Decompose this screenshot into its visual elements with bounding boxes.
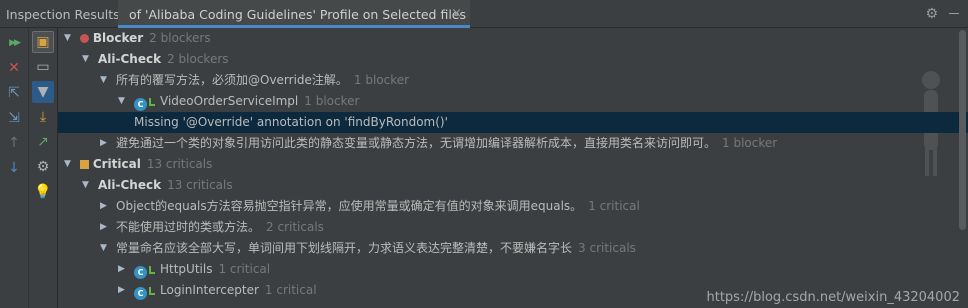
problem-count: 2 blockers bbox=[167, 52, 229, 66]
problem-count: 1 critical bbox=[218, 262, 271, 276]
tree-row[interactable]: ▶ 避免通过一个类的对象引用访问此类的静态变量或静态方法，无谓增加编译器解析成本，… bbox=[58, 133, 968, 154]
tree-row-label: Ali-Check bbox=[98, 178, 162, 192]
problem-count: 1 blocker bbox=[353, 73, 410, 87]
inspection-results-tree[interactable]: ▼ Blocker 2 blockers ▼ Ali-Check 2 blockers ▼… bbox=[58, 28, 968, 308]
tree-row-label: LoginIntercepter bbox=[160, 283, 259, 297]
edit-settings-icon[interactable]: ↗ bbox=[32, 131, 54, 153]
collapsed-arrow-icon[interactable]: ▶ bbox=[118, 280, 125, 301]
tree-row[interactable]: ▶ 不能使用过时的类或方法。 2 criticals bbox=[58, 217, 968, 238]
tree-row-label: Blocker bbox=[92, 31, 144, 45]
problem-count: 1 blocker bbox=[722, 136, 778, 150]
lightbulb-icon[interactable]: 💡 bbox=[32, 181, 54, 203]
expanded-arrow-icon[interactable]: ▼ bbox=[100, 70, 107, 91]
tree-row[interactable]: ▼ 常量命名应该全部大写，单词间用下划线隔开，力求语义表达完整清楚，不要嫌名字长 3… bbox=[58, 238, 968, 259]
tree-row-label: HttpUtils bbox=[160, 262, 213, 276]
tree-row-content: Object的equals方法容易抛空指针异常，应使用常量或确定有值的对象来调用… bbox=[116, 196, 640, 217]
problem-count: 2 blockers bbox=[149, 31, 211, 45]
actions-toolbar: ▶▶ ✕ ⇱ ⇲ ↑ ↓ bbox=[0, 28, 29, 308]
tool-window-title: Inspection Results: bbox=[6, 7, 124, 22]
public-access-icon bbox=[149, 287, 155, 295]
tree-row-label: 常量命名应该全部大写，单词间用下划线隔开，力求语义表达完整清楚，不要嫌名字长 bbox=[116, 241, 573, 255]
expanded-arrow-icon[interactable]: ▼ bbox=[82, 49, 89, 70]
tab-inspection-results[interactable]: of 'Alibaba Coding Guidelines' Profile o… bbox=[118, 0, 470, 28]
tree-row-content: Critical 13 criticals bbox=[80, 154, 212, 175]
tree-row[interactable]: ▶ C HttpUtils 1 critical bbox=[58, 259, 968, 280]
tab-label: of 'Alibaba Coding Guidelines' Profile o… bbox=[129, 7, 467, 22]
watermark-text: https://blog.csdn.net/weixin_43204002 bbox=[706, 290, 960, 305]
tree-row-content: 避免通过一个类的对象引用访问此类的静态变量或静态方法，无谓增加编译器解析成本，直… bbox=[116, 133, 777, 154]
tree-row[interactable]: ▼ Blocker 2 blockers bbox=[58, 28, 968, 49]
tree-row[interactable]: ▼ 所有的覆写方法，必须加@Override注解。 1 blocker bbox=[58, 70, 968, 91]
view-options-toolbar: ▣ ▭ ▼ ⤓ ↗ ⚙ 💡 bbox=[29, 28, 58, 308]
tree-row-content: 所有的覆写方法，必须加@Override注解。 1 blocker bbox=[116, 70, 409, 91]
vertical-scrollbar[interactable] bbox=[959, 30, 966, 230]
tree-row-label: Missing '@Override' annotation on 'findB… bbox=[134, 115, 448, 129]
rerun-icon[interactable]: ▶▶ bbox=[3, 32, 25, 54]
tree-row[interactable]: ▶ Object的equals方法容易抛空指针异常，应使用常量或确定有值的对象来调… bbox=[58, 196, 968, 217]
problem-count: 1 critical bbox=[264, 283, 317, 297]
collapsed-arrow-icon[interactable]: ▶ bbox=[100, 217, 107, 238]
tree-row-label: 所有的覆写方法，必须加@Override注解。 bbox=[116, 73, 348, 87]
collapse-all-icon[interactable]: ⇲ bbox=[3, 107, 25, 129]
export-icon[interactable]: ⤓ bbox=[32, 106, 54, 128]
tree-row-content: C VideoOrderServiceImpl 1 blocker bbox=[134, 91, 359, 112]
tree-row-label: Critical bbox=[92, 157, 141, 171]
quickfix-icon[interactable]: ⚙ bbox=[32, 156, 54, 178]
expanded-arrow-icon[interactable]: ▼ bbox=[100, 238, 107, 259]
tree-row-content: Blocker 2 blockers bbox=[80, 28, 211, 49]
group-by-directory-icon[interactable]: ▭ bbox=[32, 56, 54, 78]
problem-count: 13 criticals bbox=[146, 157, 213, 171]
java-class-icon: C bbox=[134, 266, 147, 279]
tree-row-selected[interactable]: Missing '@Override' annotation on 'findB… bbox=[58, 112, 968, 133]
expanded-arrow-icon[interactable]: ▼ bbox=[118, 91, 125, 112]
collapsed-arrow-icon[interactable]: ▶ bbox=[118, 259, 125, 280]
tree-row-content: 常量命名应该全部大写，单词间用下划线隔开，力求语义表达完整清楚，不要嫌名字长 3 … bbox=[116, 238, 636, 259]
group-by-severity-icon[interactable]: ▣ bbox=[32, 31, 54, 53]
minimize-icon[interactable] bbox=[949, 13, 959, 14]
close-icon[interactable]: ✕ bbox=[3, 57, 25, 79]
tree-row-label: Object的equals方法容易抛空指针异常，应使用常量或确定有值的对象来调用… bbox=[116, 199, 583, 213]
java-class-icon: C bbox=[134, 98, 147, 111]
previous-icon[interactable]: ↑ bbox=[3, 132, 25, 154]
tree-row[interactable]: ▼ Ali-Check 2 blockers bbox=[58, 49, 968, 70]
settings-gear-icon[interactable]: ⚙ bbox=[925, 6, 938, 22]
problem-count: 2 criticals bbox=[266, 220, 324, 234]
tree-row[interactable]: ▼ Critical 13 criticals bbox=[58, 154, 968, 175]
problem-count: 3 criticals bbox=[578, 241, 636, 255]
collapsed-arrow-icon[interactable]: ▶ bbox=[100, 133, 107, 154]
expanded-arrow-icon[interactable]: ▼ bbox=[64, 28, 71, 49]
tree-row-content: Ali-Check 13 criticals bbox=[98, 175, 233, 196]
expanded-arrow-icon[interactable]: ▼ bbox=[64, 154, 71, 175]
tree-row-label: 不能使用过时的类或方法。 bbox=[116, 220, 261, 234]
expand-all-icon[interactable]: ⇱ bbox=[3, 82, 25, 104]
problem-count: 1 critical bbox=[588, 199, 640, 213]
critical-severity-icon bbox=[80, 160, 89, 169]
tree-row-content: C HttpUtils 1 critical bbox=[134, 259, 270, 280]
tree-row-content: C LoginIntercepter 1 critical bbox=[134, 280, 317, 301]
tool-window-header: Inspection Results: of 'Alibaba Coding G… bbox=[0, 0, 968, 28]
problem-count: 1 blocker bbox=[304, 94, 360, 108]
tree-row-label: VideoOrderServiceImpl bbox=[160, 94, 299, 108]
tree-row-label: 避免通过一个类的对象引用访问此类的静态变量或静态方法，无谓增加编译器解析成本，直… bbox=[116, 136, 717, 150]
filter-icon[interactable]: ▼ bbox=[32, 81, 54, 103]
tree-row[interactable]: ▼ Ali-Check 13 criticals bbox=[58, 175, 968, 196]
tree-row-content: 不能使用过时的类或方法。 2 criticals bbox=[116, 217, 324, 238]
public-access-icon bbox=[149, 98, 155, 106]
expanded-arrow-icon[interactable]: ▼ bbox=[82, 175, 89, 196]
tree-row-label: Ali-Check bbox=[98, 52, 162, 66]
public-access-icon bbox=[149, 266, 155, 274]
tree-row-content: Ali-Check 2 blockers bbox=[98, 49, 229, 70]
tree-row-content: Missing '@Override' annotation on 'findB… bbox=[134, 112, 448, 133]
next-icon[interactable]: ↓ bbox=[3, 157, 25, 179]
collapsed-arrow-icon[interactable]: ▶ bbox=[100, 196, 107, 217]
blocker-severity-icon bbox=[80, 34, 89, 43]
close-tab-icon[interactable]: × bbox=[451, 6, 462, 21]
java-class-icon: C bbox=[134, 287, 147, 300]
problem-count: 13 criticals bbox=[167, 178, 233, 192]
tree-row[interactable]: ▼ C VideoOrderServiceImpl 1 blocker bbox=[58, 91, 968, 112]
